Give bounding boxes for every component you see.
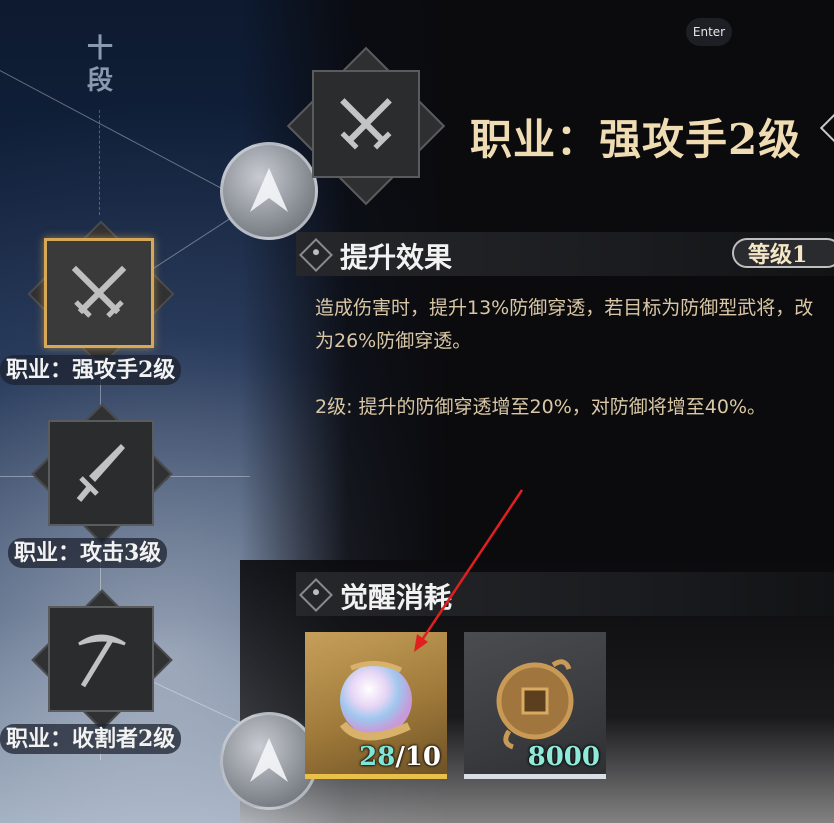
annotation-arrow [414,489,524,652]
